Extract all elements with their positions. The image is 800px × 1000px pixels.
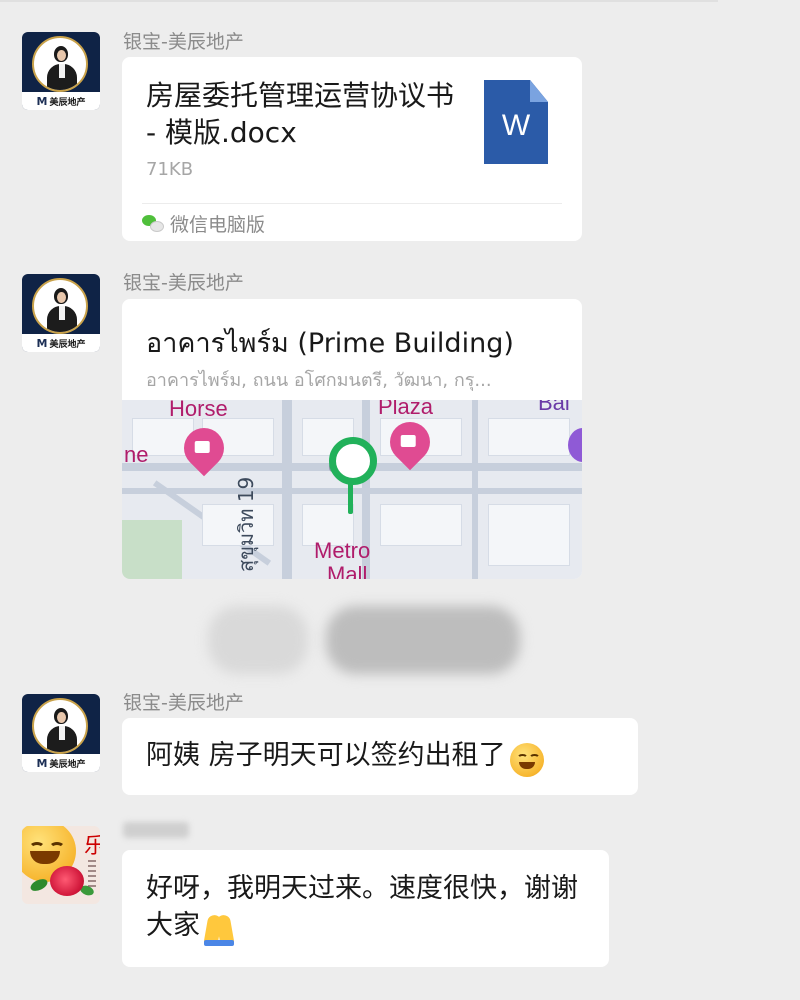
sender-name-blurred	[123, 822, 189, 838]
avatar-portrait	[32, 36, 88, 92]
text-message-bubble[interactable]: 阿姨 房子明天可以签约出租了	[122, 718, 638, 795]
sender-avatar[interactable]: M 美辰地产	[22, 32, 100, 110]
avatar-portrait	[32, 278, 88, 334]
sender-avatar[interactable]: M 美辰地产	[22, 694, 100, 772]
sender-name: 银宝-美辰地产	[123, 272, 244, 294]
location-pin-stem	[348, 482, 353, 514]
map-block	[488, 504, 570, 566]
location-message-bubble[interactable]: อาคารไพร์ม (Prime Building) อาคารไพร์ม, …	[122, 299, 582, 579]
message-text: 阿姨 房子明天可以签约出租了	[146, 740, 506, 771]
company-logo-icon: M	[36, 336, 48, 350]
avatar-decoration	[88, 860, 96, 888]
avatar-char: 乐	[84, 834, 100, 859]
map-label: Plaza	[378, 400, 434, 419]
sender-avatar[interactable]: 乐	[22, 826, 100, 904]
map-block	[488, 418, 570, 456]
map-street-label: สุขุมวิท 19	[234, 476, 258, 572]
sender-name: 银宝-美辰地产	[123, 692, 244, 714]
sender-avatar[interactable]: M 美辰地产	[22, 274, 100, 352]
file-name: 房屋委托管理运营协议书 - 模版.docx	[146, 79, 455, 149]
file-divider	[142, 203, 562, 204]
location-map[interactable]: Horse Plaza Bai สุขุมวิท 19 Metro Mall n…	[122, 400, 582, 579]
sender-name: 银宝-美辰地产	[123, 31, 244, 53]
top-divider	[0, 0, 718, 2]
location-title: อาคารไพร์ม (Prime Building)	[146, 328, 514, 359]
file-source: 微信电脑版	[142, 209, 265, 237]
company-logo-icon: M	[36, 756, 48, 770]
map-label: ne	[124, 442, 149, 467]
company-logo-icon: M	[36, 94, 48, 108]
location-address: อาคารไพร์ม, ถนน อโศกมนตรี, วัฒนา, กรุ...	[146, 370, 492, 391]
file-source-label: 微信电脑版	[170, 213, 266, 236]
map-label: Bai	[538, 400, 570, 415]
message-content: 阿姨 房子明天可以签约出租了	[146, 737, 544, 777]
map-park	[122, 520, 182, 579]
map-label: Metro	[314, 538, 371, 563]
text-message-bubble[interactable]: 好呀，我明天过来。速度很快，谢谢大家	[122, 850, 609, 967]
folded-hands-icon	[202, 913, 236, 947]
avatar-portrait	[32, 698, 88, 754]
wechat-icon	[142, 215, 164, 232]
avatar-company-label: M 美辰地产	[22, 334, 100, 352]
word-doc-letter: W	[501, 109, 531, 142]
rose-icon	[50, 866, 84, 896]
timestamp-blurred	[326, 606, 520, 674]
smiling-face-icon	[509, 742, 544, 777]
map-block	[380, 504, 462, 546]
file-message-bubble[interactable]: 房屋委托管理运营协议书 - 模版.docx 71KB W 微信电脑版	[122, 57, 582, 241]
map-label: Mall	[327, 562, 368, 579]
map-road	[472, 400, 478, 579]
avatar-company-label: M 美辰地产	[22, 92, 100, 110]
file-size: 71KB	[146, 159, 194, 180]
message-content: 好呀，我明天过来。速度很快，谢谢大家	[146, 870, 592, 947]
map-label: Horse	[169, 400, 228, 421]
location-pin-icon	[329, 437, 377, 485]
timestamp-blurred	[208, 606, 308, 674]
poi-icon	[568, 428, 582, 462]
avatar-company-label: M 美辰地产	[22, 754, 100, 772]
